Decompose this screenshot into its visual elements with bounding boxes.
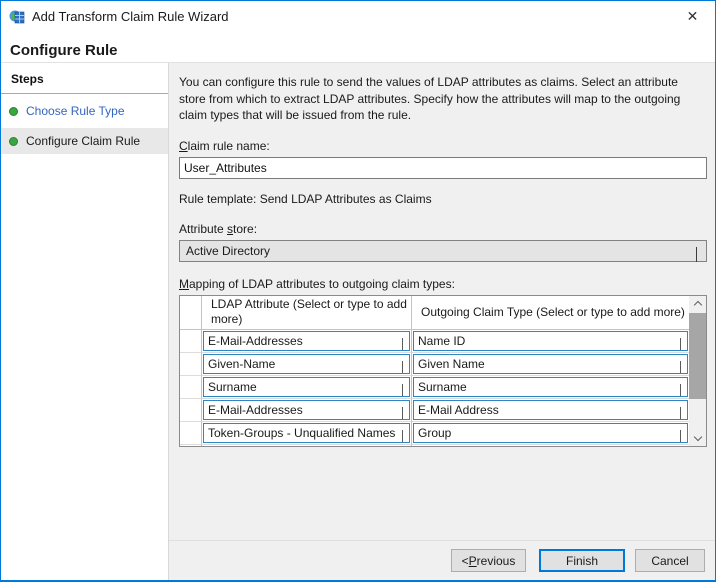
steps-sidebar: Steps Choose Rule Type Configure Claim R… [1, 63, 169, 580]
row-selector[interactable] [180, 422, 202, 445]
close-icon: ✕ [687, 8, 699, 25]
ldap-attribute-combo[interactable]: E-Mail-Addresses [203, 331, 410, 351]
configure-rule-form: You can configure this rule to send the … [169, 63, 715, 540]
row-selector[interactable] [180, 376, 202, 399]
outgoing-claim-value: Group [418, 426, 451, 440]
chevron-down-icon [680, 430, 681, 443]
ldap-attribute-value: Surname [208, 380, 257, 394]
mapping-row-new-partial [180, 445, 689, 447]
row-selector[interactable] [180, 445, 202, 447]
table-vertical-scrollbar[interactable] [689, 296, 706, 446]
mapping-table-header: LDAP Attribute (Select or type to add mo… [180, 296, 689, 330]
claim-rule-name-input[interactable] [179, 157, 707, 179]
outgoing-claim-combo[interactable]: E-Mail Address [413, 400, 688, 420]
ldap-attribute-combo[interactable]: E-Mail-Addresses [203, 400, 410, 420]
content-pane: You can configure this rule to send the … [169, 63, 715, 580]
outgoing-claim-combo[interactable] [413, 446, 688, 447]
ldap-attribute-combo[interactable]: Given-Name [203, 354, 410, 374]
scroll-down-icon[interactable] [689, 431, 706, 446]
window-title: Add Transform Claim Rule Wizard [32, 9, 229, 24]
outgoing-claim-value: Given Name [418, 357, 485, 371]
outgoing-claim-value: Name ID [418, 334, 465, 348]
ldap-attribute-combo[interactable]: Surname [203, 377, 410, 397]
mapping-row: E-Mail-Addresses E-Mail Address [180, 399, 689, 422]
close-button[interactable]: ✕ [670, 1, 715, 31]
chevron-down-icon [680, 407, 681, 420]
outgoing-claim-combo[interactable]: Given Name [413, 354, 688, 374]
row-selector[interactable] [180, 330, 202, 353]
ldap-attribute-value: Token-Groups - Unqualified Names [208, 426, 395, 440]
cancel-button[interactable]: Cancel [635, 549, 705, 572]
ldap-attribute-value: Given-Name [208, 357, 275, 371]
page-title: Configure Rule [1, 32, 715, 59]
finish-button[interactable]: Finish [539, 549, 625, 572]
ldap-attribute-column-header: LDAP Attribute (Select or type to add mo… [202, 296, 412, 330]
chevron-down-icon [680, 384, 681, 397]
scroll-up-icon[interactable] [689, 296, 706, 311]
sidebar-item-choose-rule-type[interactable]: Choose Rule Type [1, 98, 168, 124]
step-bullet-icon [9, 107, 18, 116]
mapping-rest: apping of LDAP attributes to outgoing cl… [189, 277, 455, 291]
chevron-down-icon [402, 361, 403, 374]
claim-rule-name-accel: C [179, 139, 188, 153]
outgoing-claim-value: E-Mail Address [418, 403, 499, 417]
attribute-store-value: Active Directory [186, 244, 270, 258]
previous-accel: P [469, 554, 477, 568]
claim-rule-name-label: Claim rule name: [179, 139, 707, 153]
rule-description: You can configure this rule to send the … [179, 74, 707, 124]
chevron-down-icon [680, 338, 681, 351]
attribute-store-rest: tore: [233, 222, 257, 236]
outgoing-claim-combo[interactable]: Group [413, 423, 688, 443]
row-selector-header [180, 296, 202, 330]
row-selector[interactable] [180, 399, 202, 422]
attribute-store-pre: Attribute [179, 222, 227, 236]
mapping-table: LDAP Attribute (Select or type to add mo… [179, 295, 707, 447]
mapping-label: Mapping of LDAP attributes to outgoing c… [179, 277, 707, 291]
step-label: Choose Rule Type [26, 104, 125, 118]
ldap-attribute-value: E-Mail-Addresses [208, 403, 303, 417]
ldap-attribute-combo[interactable] [203, 446, 410, 447]
main-area: Steps Choose Rule Type Configure Claim R… [1, 63, 715, 580]
outgoing-claim-combo[interactable]: Name ID [413, 331, 688, 351]
step-bullet-icon [9, 137, 18, 146]
wizard-footer: < Previous Finish Cancel [169, 540, 715, 580]
chevron-down-icon [402, 407, 403, 420]
ldap-attribute-value: E-Mail-Addresses [208, 334, 303, 348]
mapping-row: Token-Groups - Unqualified Names Group [180, 422, 689, 445]
chevron-down-icon [402, 384, 403, 397]
step-label: Configure Claim Rule [26, 134, 140, 148]
outgoing-claim-combo[interactable]: Surname [413, 377, 688, 397]
scrollbar-track[interactable] [689, 311, 706, 431]
rule-template-text: Rule template: Send LDAP Attributes as C… [179, 192, 707, 206]
steps-heading: Steps [1, 63, 168, 94]
chevron-down-icon [680, 361, 681, 374]
sidebar-item-configure-claim-rule[interactable]: Configure Claim Rule [1, 128, 168, 154]
chevron-down-icon [696, 247, 697, 261]
previous-button[interactable]: < Previous [451, 549, 526, 572]
mapping-row: Surname Surname [180, 376, 689, 399]
scrollbar-thumb[interactable] [689, 313, 706, 399]
chevron-down-icon [402, 338, 403, 351]
wizard-window: Add Transform Claim Rule Wizard ✕ Config… [0, 0, 716, 582]
mapping-row: Given-Name Given Name [180, 353, 689, 376]
previous-rest: revious [477, 554, 516, 568]
mapping-row: E-Mail-Addresses Name ID [180, 330, 689, 353]
outgoing-claim-column-header: Outgoing Claim Type (Select or type to a… [412, 296, 689, 330]
row-selector[interactable] [180, 353, 202, 376]
mapping-accel: M [179, 277, 189, 291]
outgoing-claim-value: Surname [418, 380, 467, 394]
title-bar[interactable]: Add Transform Claim Rule Wizard [1, 1, 715, 32]
claim-rule-name-rest: laim rule name: [188, 139, 270, 153]
ldap-attribute-combo[interactable]: Token-Groups - Unqualified Names [203, 423, 410, 443]
window-top-band: Add Transform Claim Rule Wizard ✕ Config… [1, 1, 715, 63]
wizard-app-icon [9, 9, 25, 25]
attribute-store-label: Attribute store: [179, 222, 707, 236]
attribute-store-select[interactable]: Active Directory [179, 240, 707, 262]
chevron-down-icon [402, 430, 403, 443]
previous-pre: < [462, 554, 469, 568]
